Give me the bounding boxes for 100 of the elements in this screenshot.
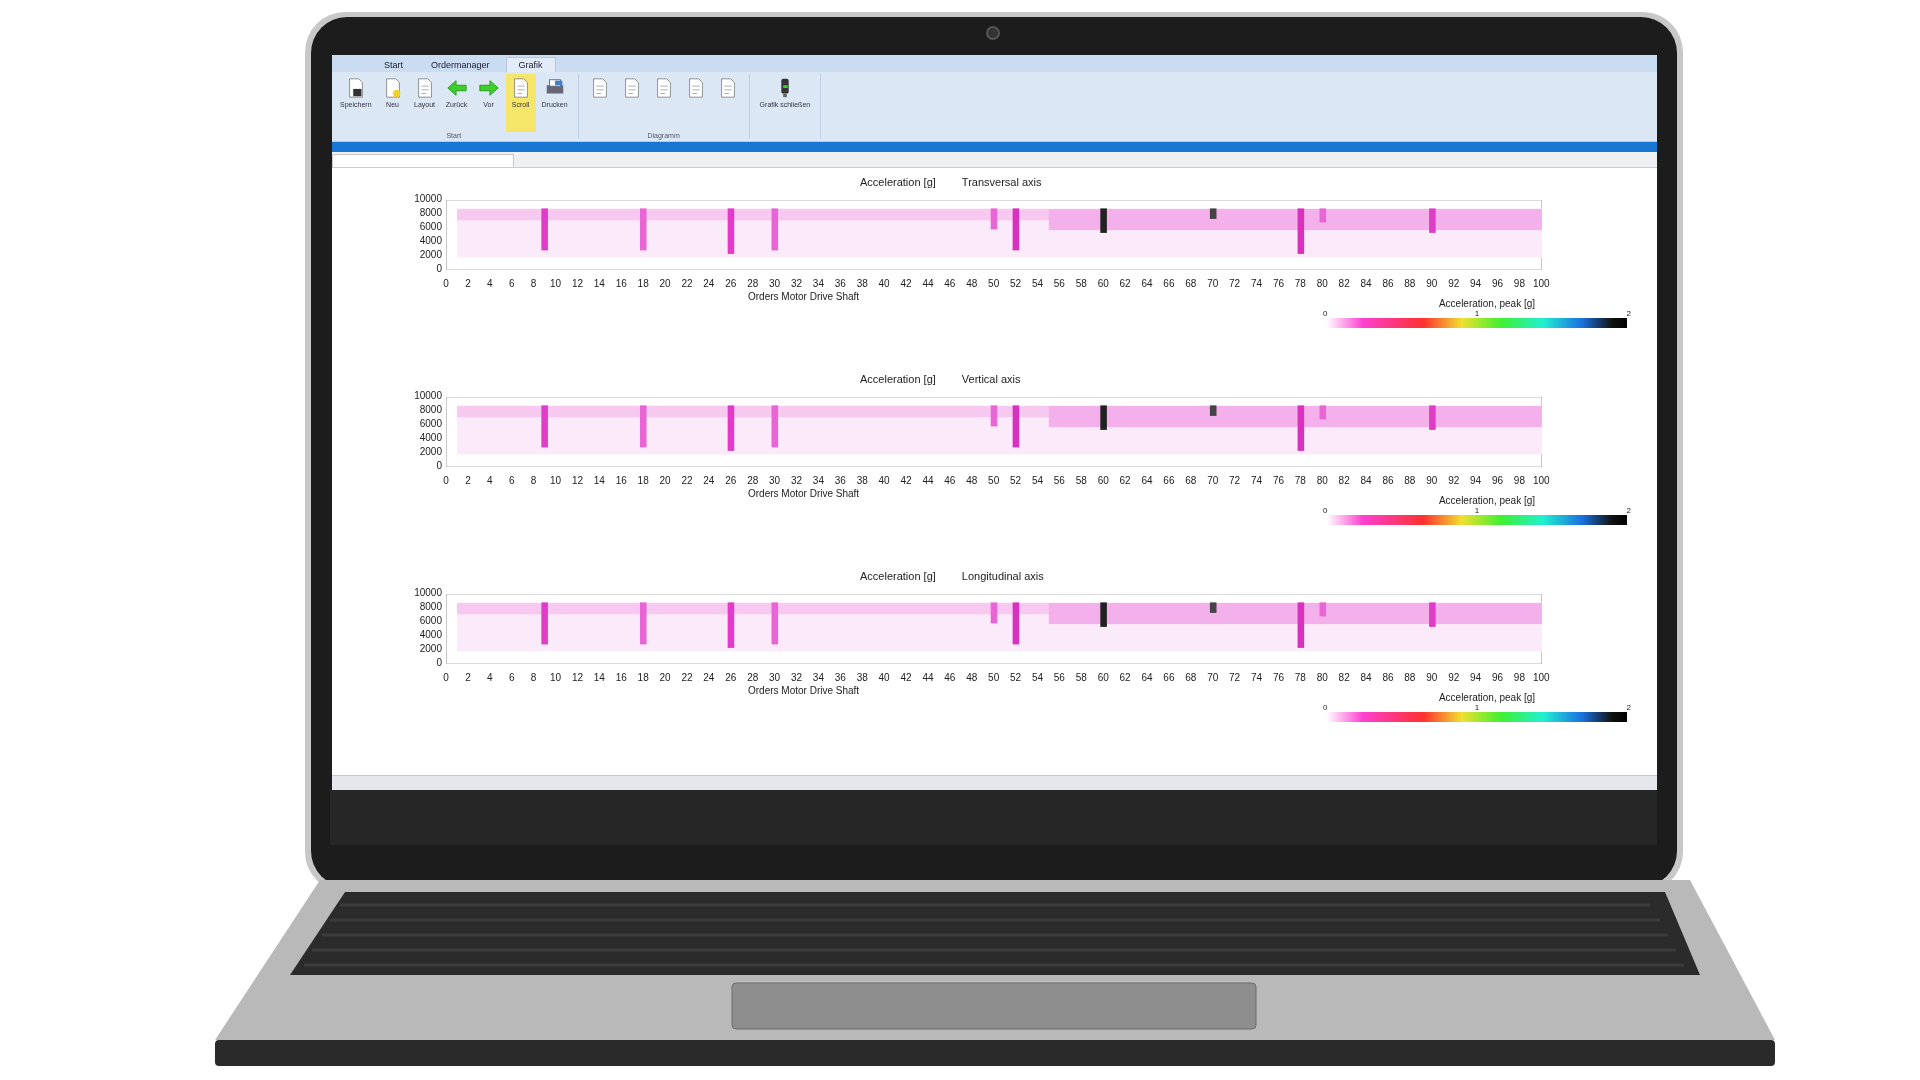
x-tick-label: 44 [921, 278, 935, 289]
y-tick-label: 10000 [414, 588, 442, 598]
axis-name: Longitudinal axis [961, 570, 1044, 582]
x-tick-label: 30 [768, 672, 782, 683]
y-tick-label: 4000 [419, 433, 442, 443]
x-tick-label: 36 [833, 475, 847, 486]
x-tick-label: 4 [486, 278, 494, 289]
x-tick-label: 94 [1469, 672, 1483, 683]
x-tick-label: 94 [1469, 475, 1483, 486]
x-tick-label: 82 [1337, 475, 1351, 486]
ribbon-tab[interactable]: Start [372, 58, 415, 72]
x-tick-label: 18 [636, 278, 650, 289]
x-tick-label: 58 [1074, 278, 1088, 289]
x-tick-label: 84 [1359, 278, 1373, 289]
x-tick-label: 100 [1531, 475, 1551, 486]
x-tick-label: 28 [746, 278, 760, 289]
x-tick-label: 12 [570, 672, 584, 683]
x-tick-label: 34 [811, 672, 825, 683]
x-tick-label: 48 [965, 672, 979, 683]
x-tick-label: 0 [442, 475, 450, 486]
x-tick-label: 90 [1425, 475, 1439, 486]
x-tick-label: 80 [1315, 475, 1329, 486]
x-tick-label: 2 [464, 278, 472, 289]
x-tick-label: 70 [1206, 278, 1220, 289]
x-tick-label: 98 [1512, 278, 1526, 289]
x-tick-label: 52 [1009, 672, 1023, 683]
y-tick-label: 10000 [414, 194, 442, 204]
x-tick-label: 78 [1293, 278, 1307, 289]
x-tick-label: 66 [1162, 672, 1176, 683]
x-tick-label: 96 [1490, 475, 1505, 486]
x-tick-label: 22 [680, 475, 694, 486]
x-tick-label: 20 [658, 278, 672, 289]
x-tick-label: 8 [529, 278, 538, 289]
x-tick-label: 64 [1140, 672, 1154, 683]
colorbar-tick-label: 1 [1474, 309, 1480, 318]
x-tick-label: 54 [1030, 278, 1045, 289]
x-tick-label: 24 [702, 672, 716, 683]
x-tick-label: 44 [921, 672, 935, 683]
x-tick-label: 24 [702, 278, 716, 289]
document-tab[interactable] [332, 154, 514, 167]
x-tick-label: 38 [855, 475, 869, 486]
x-tick-label: 72 [1228, 278, 1242, 289]
y-tick-label: 2000 [419, 447, 442, 457]
colorbar-tick-label: 1 [1474, 703, 1480, 712]
x-tick-label: 18 [636, 672, 650, 683]
chart-title: Acceleration [g] [860, 176, 936, 188]
x-tick-label: 26 [724, 475, 738, 486]
y-tick-label: 8000 [419, 602, 442, 612]
x-tick-label: 88 [1403, 475, 1417, 486]
colorbar-tick-label: 0 [1323, 309, 1328, 318]
x-tick-label: 12 [570, 278, 584, 289]
x-tick-label: 16 [614, 475, 628, 486]
x-tick-label: 86 [1381, 672, 1395, 683]
x-tick-label: 76 [1271, 475, 1285, 486]
x-tick-label: 40 [877, 278, 891, 289]
x-tick-label: 82 [1337, 278, 1351, 289]
x-tick-label: 46 [943, 278, 957, 289]
x-tick-label: 14 [592, 672, 606, 683]
x-tick-label: 56 [1052, 475, 1066, 486]
ribbon-tab[interactable]: Ordermanager [419, 58, 502, 72]
x-tick-label: 40 [877, 475, 891, 486]
y-tick-label: 8000 [419, 405, 442, 415]
x-tick-label: 48 [965, 475, 979, 486]
y-tick-label: 2000 [419, 250, 442, 260]
x-tick-label: 32 [789, 278, 804, 289]
x-tick-label: 94 [1469, 278, 1483, 289]
colorbar-tick-label: 2 [1626, 309, 1631, 318]
x-tick-label: 50 [987, 475, 1001, 486]
x-tick-label: 88 [1403, 672, 1417, 683]
x-tick-label: 28 [746, 475, 760, 486]
x-tick-label: 32 [789, 672, 804, 683]
arrow-icon [445, 77, 468, 99]
x-tick-label: 80 [1315, 278, 1329, 289]
x-tick-label: 88 [1403, 278, 1417, 289]
x-tick-label: 8 [529, 475, 538, 486]
x-tick-label: 98 [1512, 672, 1526, 683]
y-tick-label: 0 [436, 264, 442, 274]
x-tick-label: 62 [1118, 475, 1132, 486]
x-tick-label: 70 [1206, 475, 1220, 486]
x-tick-label: 40 [877, 672, 891, 683]
y-tick-label: 4000 [419, 630, 442, 640]
colorbar-tick-label: 0 [1323, 506, 1328, 515]
x-tick-label: 100 [1531, 278, 1551, 289]
ribbon-tab[interactable]: Grafik [505, 57, 556, 72]
x-tick-label: 90 [1425, 278, 1439, 289]
x-tick-label: 58 [1074, 672, 1088, 683]
x-axis-label: Orders Motor Drive Shaft [747, 488, 861, 499]
x-tick-label: 86 [1381, 278, 1395, 289]
x-tick-label: 50 [987, 278, 1001, 289]
x-tick-label: 78 [1293, 475, 1307, 486]
x-tick-label: 0 [442, 278, 450, 289]
x-tick-label: 6 [507, 278, 516, 289]
x-tick-label: 50 [987, 672, 1001, 683]
x-tick-label: 28 [746, 672, 760, 683]
x-tick-label: 4 [486, 672, 494, 683]
arrow-icon [477, 77, 500, 99]
axis-name: Vertical axis [961, 373, 1021, 385]
x-tick-label: 8 [529, 672, 538, 683]
x-tick-label: 12 [570, 475, 584, 486]
y-tick-label: 4000 [419, 236, 442, 246]
